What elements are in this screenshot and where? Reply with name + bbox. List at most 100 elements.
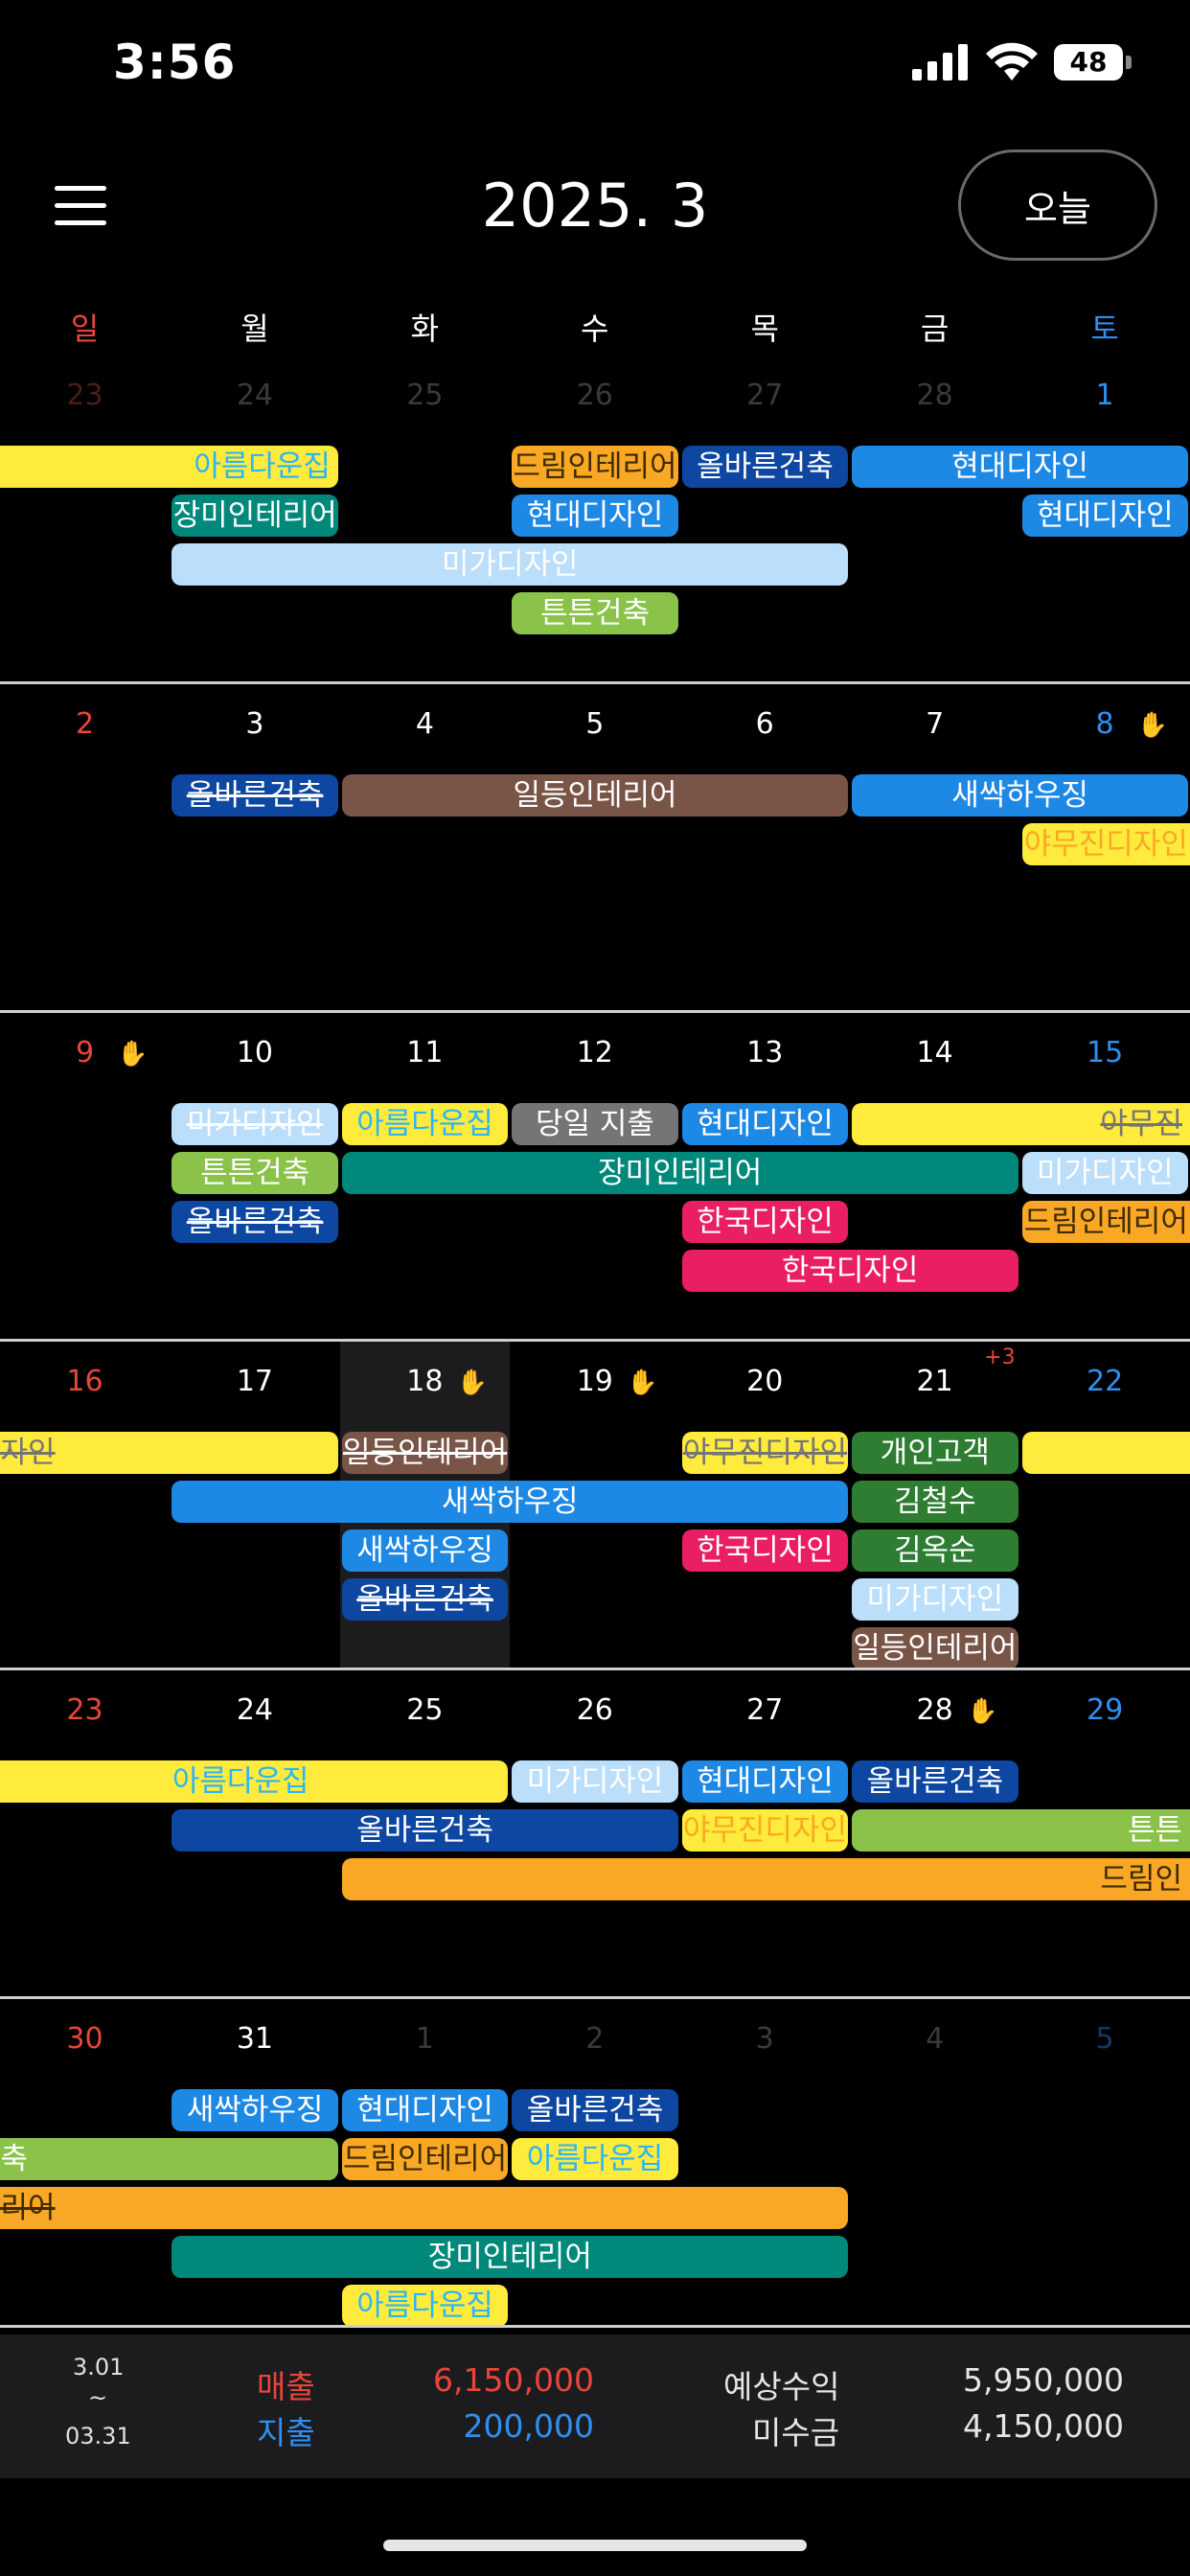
event-bar[interactable]: 디자인: [0, 1432, 338, 1474]
event-bar[interactable]: 야무진디자인: [1021, 823, 1190, 865]
event-bar[interactable]: 건축: [0, 2138, 338, 2180]
weekday-label: 목: [750, 310, 779, 347]
event-bar[interactable]: 한국디자인: [681, 1201, 849, 1243]
event-bar[interactable]: 튼튼건축: [172, 1152, 338, 1194]
event-bar[interactable]: 야무진: [852, 1103, 1190, 1145]
event-bar[interactable]: 아름다운집: [0, 1760, 509, 1803]
event-bar[interactable]: 아름다운집: [341, 2285, 509, 2327]
expense-value: 200,000: [463, 2407, 594, 2445]
day-number: 5: [1095, 2022, 1114, 2056]
day-number: 24: [236, 379, 274, 412]
sales-label: 매출: [257, 2368, 315, 2405]
event-bar[interactable]: 새싹하우징: [852, 774, 1188, 816]
event-bar[interactable]: 미가디자인: [172, 1103, 338, 1145]
event-bar[interactable]: 일등인테리어: [341, 1432, 509, 1474]
event-bar[interactable]: 일등인테리어: [341, 774, 849, 816]
event-bar[interactable]: 한국디자인: [681, 1530, 849, 1572]
event-bar[interactable]: 아름다운집: [341, 1103, 509, 1145]
period-start: 3.01: [73, 2354, 125, 2380]
event-bar[interactable]: [1021, 1432, 1190, 1474]
event-bar[interactable]: 개인고객: [852, 1432, 1018, 1474]
event-bar[interactable]: 올바른건축: [512, 2089, 678, 2131]
weekday-label: 금: [920, 310, 950, 347]
event-bar[interactable]: 드림인: [341, 1858, 1190, 1900]
event-bar[interactable]: 올바른건축: [172, 1809, 678, 1852]
day-number: 1: [415, 2022, 434, 2056]
event-bar[interactable]: 드림인테리어: [512, 446, 678, 488]
event-bar[interactable]: 현대디자인: [681, 1760, 849, 1803]
day-number: 14: [916, 1036, 953, 1070]
event-bar[interactable]: 당일 지출: [512, 1103, 678, 1145]
day-number: 23: [66, 379, 103, 412]
event-bar[interactable]: 테리어: [0, 2187, 849, 2229]
expected-profit-label: 예상수익: [723, 2368, 840, 2405]
day-number: 1: [1095, 379, 1114, 412]
receivable-value: 4,150,000: [963, 2407, 1124, 2445]
day-number: 4: [926, 2022, 945, 2056]
hand-icon: ✋: [967, 1697, 998, 1726]
day-number: 7: [926, 707, 945, 741]
hand-icon: ✋: [627, 1368, 658, 1397]
sales-value: 6,150,000: [433, 2361, 594, 2399]
weekday-label: 월: [240, 310, 269, 347]
day-number: 24: [236, 1693, 274, 1727]
event-bar[interactable]: 올바른건축: [172, 774, 338, 816]
wifi-icon: [985, 42, 1039, 86]
event-bar[interactable]: 올바른건축: [681, 446, 849, 488]
event-bar[interactable]: 아름다운집: [512, 2138, 678, 2180]
day-number: 4: [415, 707, 434, 741]
more-events-badge[interactable]: +3: [984, 1346, 1015, 1369]
event-bar[interactable]: 미가디자인: [852, 1578, 1018, 1621]
event-bar[interactable]: 튼튼: [852, 1809, 1190, 1852]
day-number: 29: [1086, 1693, 1124, 1727]
day-number: 17: [236, 1365, 274, 1398]
day-number: 2: [75, 707, 95, 741]
event-bar[interactable]: 현대디자인: [512, 494, 678, 537]
signal-icon: [912, 44, 970, 84]
day-number: 11: [406, 1036, 444, 1070]
event-bar[interactable]: 김철수: [852, 1481, 1018, 1523]
event-bar[interactable]: 현대디자인: [681, 1103, 849, 1145]
day-number: 22: [1086, 1365, 1124, 1398]
event-bar[interactable]: 올바른건축: [172, 1201, 338, 1243]
day-number: 28: [916, 379, 953, 412]
expense-label: 지출: [257, 2414, 315, 2451]
day-number: 25: [406, 1693, 444, 1727]
day-number: 2: [585, 2022, 605, 2056]
event-bar[interactable]: 야무진디자인: [681, 1809, 849, 1852]
event-bar[interactable]: 아름다운집: [0, 446, 338, 488]
battery-level: 48: [1069, 46, 1108, 78]
event-bar[interactable]: 야무진디자인: [681, 1432, 849, 1474]
day-number: 3: [755, 2022, 774, 2056]
day-number: 27: [746, 1693, 784, 1727]
event-bar[interactable]: 미가디자인: [172, 543, 849, 586]
event-bar[interactable]: 올바른건축: [852, 1760, 1018, 1803]
event-bar[interactable]: 김옥순: [852, 1530, 1018, 1572]
weekday-label: 화: [410, 310, 440, 347]
event-bar[interactable]: 장미인테리어: [172, 494, 338, 537]
battery-cap-icon: [1126, 56, 1132, 69]
event-bar[interactable]: 드림인테리어: [1021, 1201, 1190, 1243]
event-bar[interactable]: 현대디자인: [341, 2089, 509, 2131]
event-bar[interactable]: 현대디자인: [1021, 494, 1188, 537]
day-number: 3: [245, 707, 264, 741]
day-number: 27: [746, 379, 784, 412]
event-bar[interactable]: 한국디자인: [681, 1250, 1018, 1292]
event-bar[interactable]: 새싹하우징: [341, 1530, 509, 1572]
receivable-label: 미수금: [752, 2414, 840, 2451]
event-bar[interactable]: 올바른건축: [341, 1578, 509, 1621]
event-bar[interactable]: 새싹하우징: [172, 1481, 849, 1523]
battery-icon: 48: [1054, 44, 1123, 80]
event-bar[interactable]: 튼튼건축: [512, 592, 678, 634]
weekday-label: 수: [581, 310, 609, 347]
home-indicator: [383, 2540, 807, 2551]
event-bar[interactable]: 새싹하우징: [172, 2089, 338, 2131]
event-bar[interactable]: 현대디자인: [852, 446, 1188, 488]
event-bar[interactable]: 드림인테리어: [341, 2138, 509, 2180]
event-bar[interactable]: 장미인테리어: [341, 1152, 1018, 1194]
event-bar[interactable]: 장미인테리어: [172, 2236, 849, 2278]
event-bar[interactable]: 미가디자인: [1021, 1152, 1188, 1194]
today-button[interactable]: 오늘: [958, 150, 1157, 261]
event-bar[interactable]: 일등인테리어: [852, 1627, 1018, 1669]
event-bar[interactable]: 미가디자인: [512, 1760, 678, 1803]
